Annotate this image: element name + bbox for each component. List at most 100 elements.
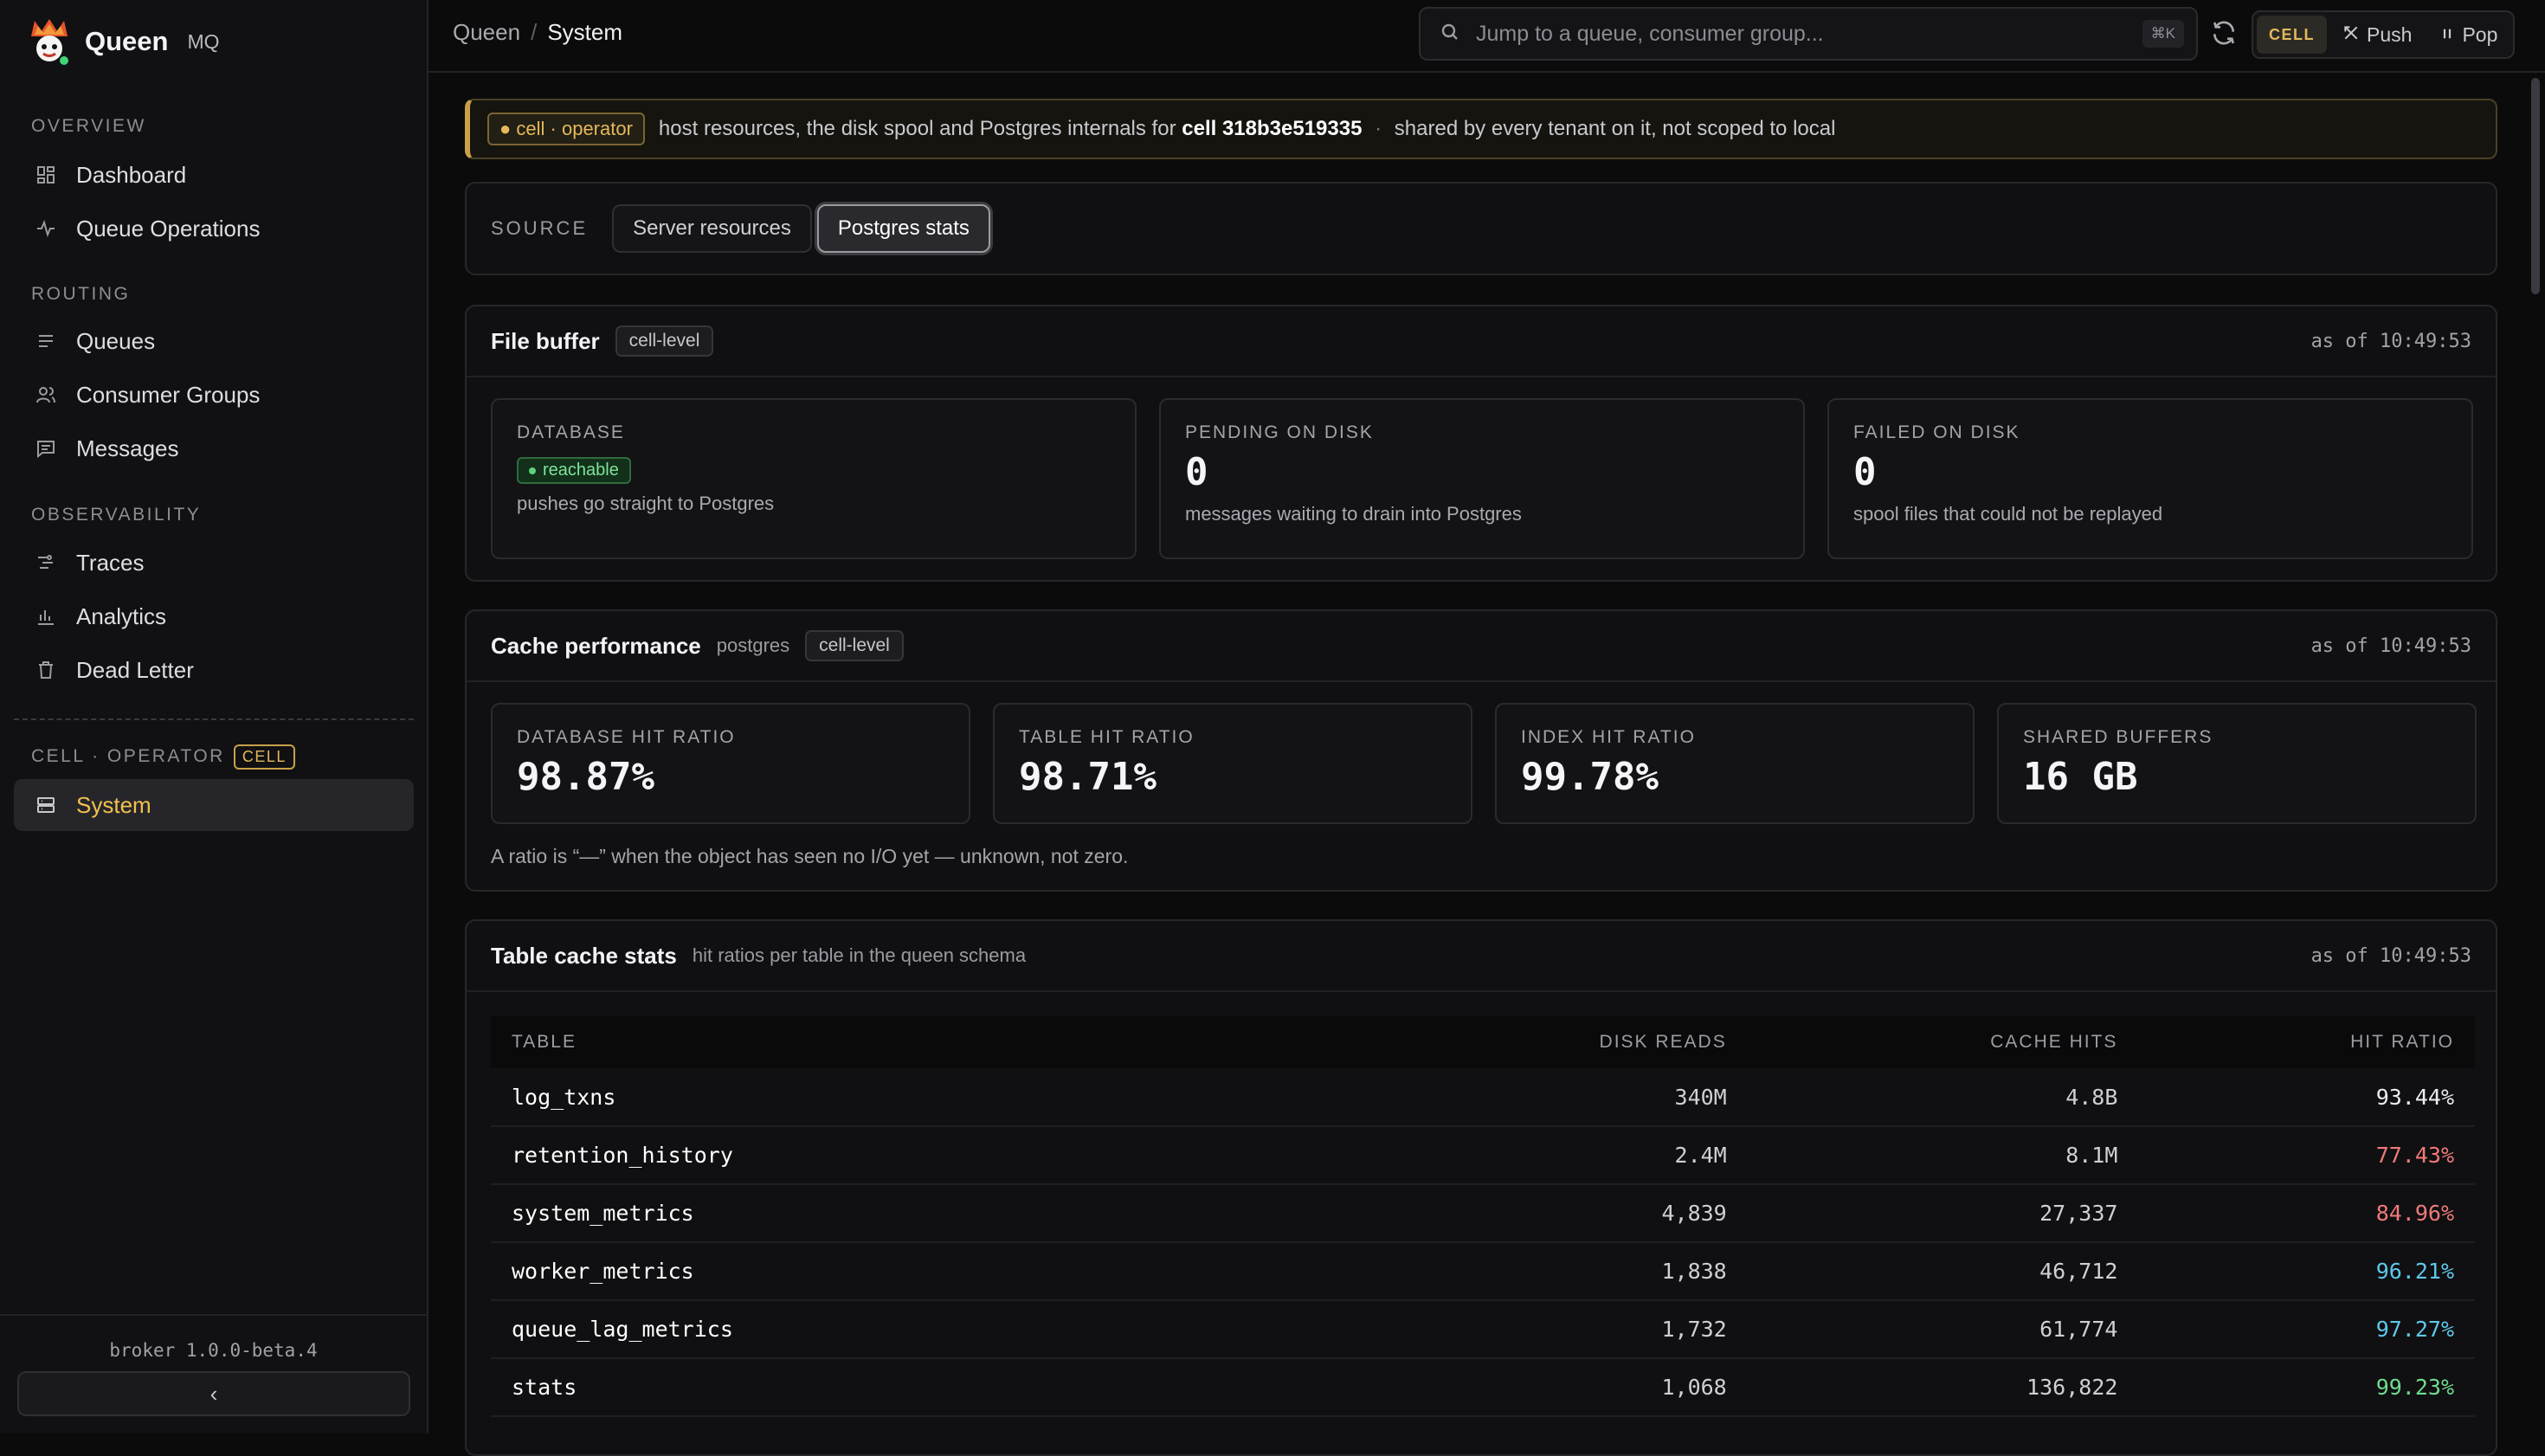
file-buffer-header: File buffer cell-level as of 10:49:53	[467, 306, 2496, 377]
section-overview: OVERVIEW	[31, 116, 146, 136]
table-cache-header: Table cache stats hit ratios per table i…	[467, 921, 2496, 992]
cache-performance-title: Cache performance	[491, 632, 701, 659]
cell-disk-reads: 2.4M	[1356, 1126, 1748, 1185]
breadcrumb-separator: /	[531, 19, 538, 45]
cell-table-name: worker_metrics	[491, 1242, 1356, 1301]
tile-value: 98.87%	[517, 755, 654, 799]
banner-text-2: shared by every tenant on it, not scoped…	[1394, 117, 1836, 140]
cell-cache-hits: 46,712	[1747, 1242, 2139, 1301]
sidebar-item-label: System	[76, 791, 151, 818]
column-header-table[interactable]: TABLE	[491, 1016, 1356, 1068]
banner-separator: ·	[1375, 117, 1382, 140]
brand[interactable]: Queen MQ	[26, 16, 220, 68]
mode-cell-button[interactable]: CELL	[2257, 16, 2327, 54]
queen-logo-icon	[26, 17, 73, 66]
table-cache-stats-card: Table cache stats hit ratios per table i…	[465, 919, 2497, 1456]
pending-on-disk-tile: PENDING ON DISK 0 messages waiting to dr…	[1159, 398, 1805, 559]
cell-table-name: log_txns	[491, 1068, 1356, 1127]
banner-text-1: host resources, the disk spool and Postg…	[658, 117, 1176, 140]
sidebar-item-label: Traces	[76, 549, 145, 576]
version-label: broker 1.0.0-beta.4	[109, 1340, 318, 1361]
sidebar-item-system[interactable]: System	[14, 779, 414, 831]
activity-icon	[35, 217, 57, 240]
list-icon	[35, 330, 57, 352]
mode-push-label: Push	[2367, 23, 2413, 46]
message-icon	[35, 437, 57, 460]
sidebar-item-dashboard[interactable]: Dashboard	[14, 149, 414, 201]
cache-performance-card: Cache performance postgres cell-level as…	[465, 609, 2497, 892]
column-header-cache-hits[interactable]: CACHE HITS	[1748, 1016, 2139, 1068]
failed-desc: spool files that could not be replayed	[1853, 503, 2163, 525]
sidebar-item-label: Consumer Groups	[76, 381, 261, 408]
table-cache-as-of: as of 10:49:53	[2310, 944, 2471, 967]
main-scrollbar[interactable]	[2531, 78, 2540, 294]
table-row[interactable]: retention_history 2.4M 8.1M 77.43%	[491, 1126, 2475, 1185]
table-row[interactable]: stats 1,068 136,822 99.23%	[491, 1358, 2475, 1417]
table-row[interactable]: queue_lag_metrics 1,732 61,774 97.27%	[491, 1300, 2475, 1359]
table-cache-table: TABLE DISK READS CACHE HITS HIT RATIO lo…	[491, 1016, 2475, 1417]
collapse-sidebar-button[interactable]: ‹	[17, 1371, 410, 1416]
brand-name: Queen	[85, 26, 169, 56]
section-cell-operator-label: CELL · OPERATOR	[31, 746, 225, 766]
table-row[interactable]: worker_metrics 1,838 46,712 96.21%	[491, 1242, 2475, 1301]
source-segmented-control: Server resources Postgres stats	[612, 204, 990, 253]
cell-cache-hits: 8.1M	[1747, 1126, 2139, 1185]
mode-pop-button[interactable]: Pop	[2427, 16, 2510, 54]
breadcrumb-root[interactable]: Queen	[453, 19, 520, 46]
cell-operator-banner: ● cell · operator host resources, the di…	[465, 99, 2497, 159]
cell-hit-ratio: 84.96%	[2138, 1184, 2475, 1243]
table-cache-subtitle: hit ratios per table in the queen schema	[692, 944, 1027, 966]
file-buffer-as-of: as of 10:49:53	[2310, 330, 2471, 352]
shared-buffers-tile: SHARED BUFFERS 16 GB	[1997, 703, 2477, 824]
failed-on-disk-tile: FAILED ON DISK 0 spool files that could …	[1827, 398, 2473, 559]
cell-table-name: system_metrics	[491, 1184, 1356, 1243]
cell-badge: CELL	[233, 744, 295, 770]
cell-disk-reads: 1,732	[1356, 1300, 1748, 1359]
sidebar-item-analytics[interactable]: Analytics	[14, 590, 414, 642]
cell-cache-hits: 136,822	[1747, 1358, 2139, 1417]
sidebar-item-traces[interactable]: Traces	[14, 537, 414, 589]
source-selector-card: SOURCE Server resources Postgres stats	[465, 182, 2497, 275]
table-row[interactable]: system_metrics 4,839 27,337 84.96%	[491, 1184, 2475, 1243]
column-header-hit-ratio[interactable]: HIT RATIO	[2138, 1016, 2475, 1068]
banner-tag-label: cell · operator	[516, 118, 633, 139]
refresh-icon[interactable]	[2210, 19, 2245, 54]
failed-label: FAILED ON DISK	[1853, 422, 2020, 442]
mode-push-button[interactable]: Push	[2330, 16, 2424, 54]
tile-value: 98.71%	[1019, 755, 1157, 799]
index-hit-ratio-tile: INDEX HIT RATIO 99.78%	[1495, 703, 1975, 824]
cell-table-name: retention_history	[491, 1126, 1356, 1185]
sidebar-item-queues[interactable]: Queues	[14, 315, 414, 367]
sidebar-divider	[14, 718, 414, 720]
cell-hit-ratio: 97.27%	[2138, 1300, 2475, 1359]
database-label: DATABASE	[517, 422, 625, 442]
sidebar-item-messages[interactable]: Messages	[14, 422, 414, 474]
search-placeholder: Jump to a queue, consumer group...	[1476, 21, 1824, 46]
database-desc: pushes go straight to Postgres	[517, 493, 775, 514]
source-postgres-stats-button[interactable]: Postgres stats	[816, 204, 990, 253]
sidebar-item-label: Dead Letter	[76, 656, 194, 683]
cell-table-name: stats	[491, 1358, 1356, 1417]
banner-text: host resources, the disk spool and Postg…	[659, 117, 1836, 141]
sidebar-item-queue-operations[interactable]: Queue Operations	[14, 203, 414, 254]
cell-cache-hits: 61,774	[1747, 1300, 2139, 1359]
sidebar-item-consumer-groups[interactable]: Consumer Groups	[14, 369, 414, 421]
column-header-disk-reads[interactable]: DISK READS	[1356, 1016, 1748, 1068]
database-status-label: reachable	[543, 461, 619, 480]
cell-disk-reads: 1,068	[1356, 1358, 1748, 1417]
cache-performance-subtitle: postgres	[716, 635, 790, 656]
cache-ratio-note: A ratio is “—” when the object has seen …	[491, 845, 1129, 867]
cell-disk-reads: 340M	[1356, 1068, 1748, 1127]
sidebar: Queen MQ OVERVIEW Dashboard Queue Operati…	[0, 0, 428, 1433]
banner-tag: ● cell · operator	[487, 113, 645, 145]
pending-label: PENDING ON DISK	[1185, 422, 1374, 442]
table-row[interactable]: log_txns 340M 4.8B 93.44%	[491, 1068, 2475, 1127]
sidebar-item-dead-letter[interactable]: Dead Letter	[14, 644, 414, 696]
tile-label: SHARED BUFFERS	[2023, 727, 2213, 747]
search-input[interactable]: Jump to a queue, consumer group... ⌘K	[1419, 7, 2198, 61]
source-server-resources-button[interactable]: Server resources	[612, 204, 812, 253]
cell-disk-reads: 1,838	[1356, 1242, 1748, 1301]
chevron-left-icon: ‹	[209, 1380, 218, 1407]
push-icon	[2342, 23, 2360, 47]
search-icon	[1440, 22, 1460, 47]
